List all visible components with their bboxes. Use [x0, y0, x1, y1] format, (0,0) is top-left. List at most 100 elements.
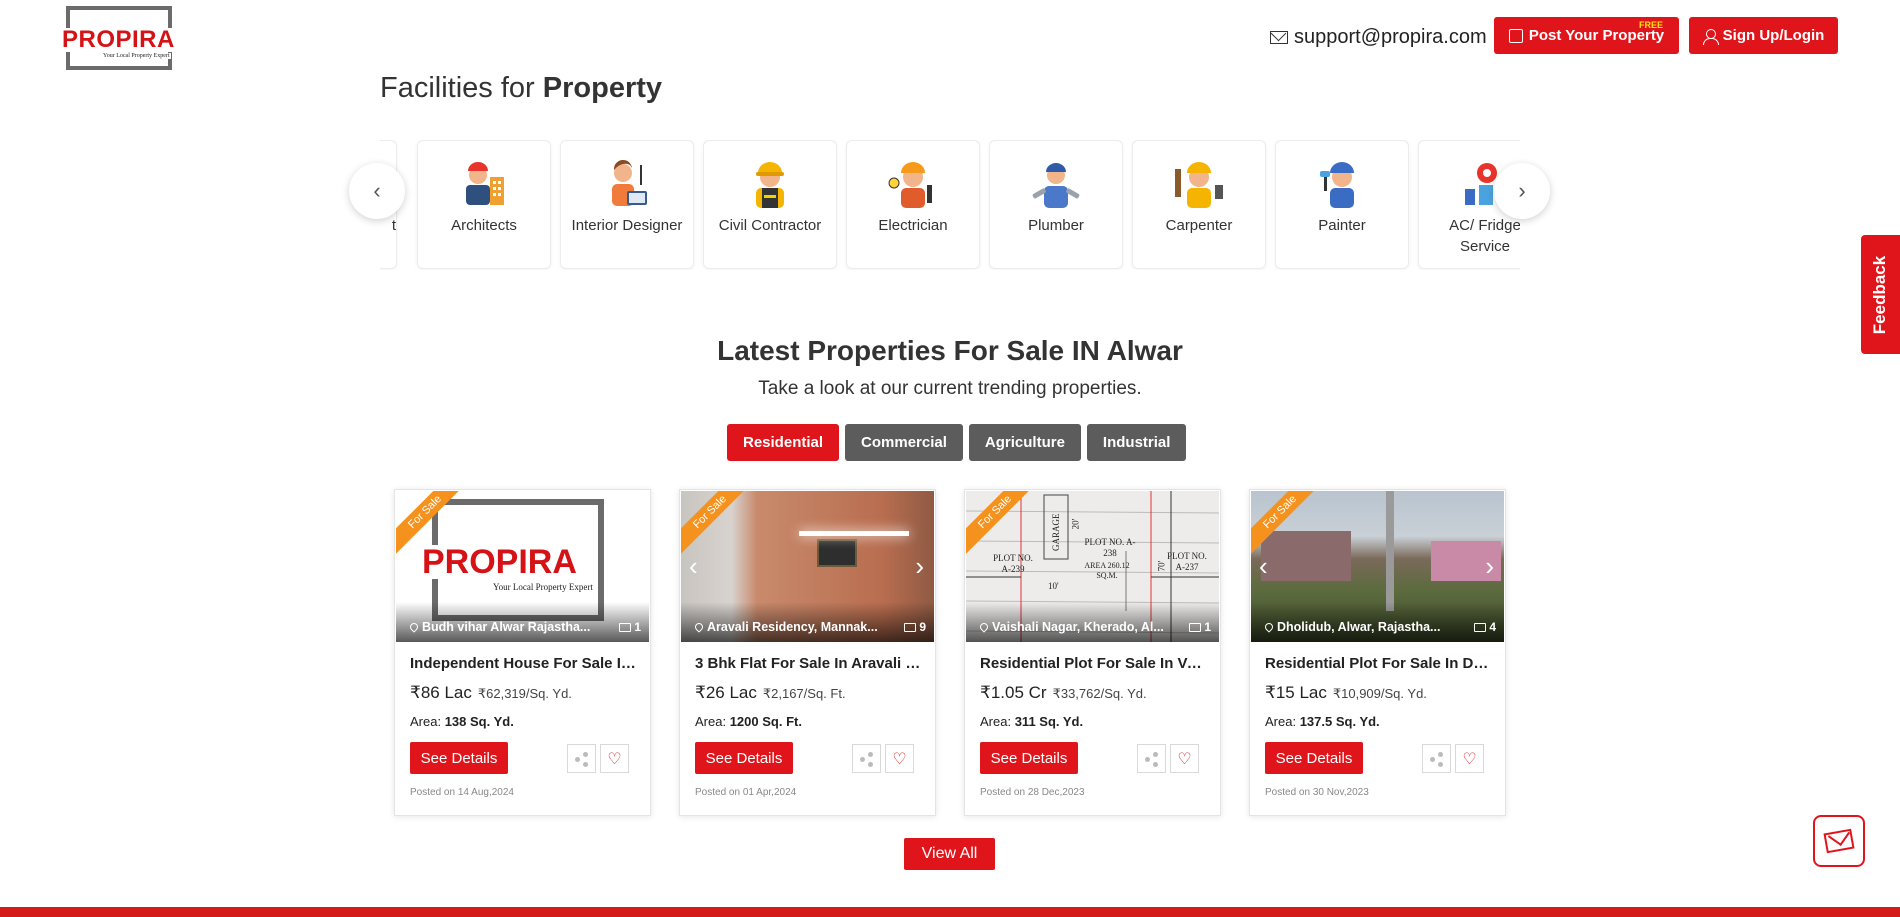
price-rate: ₹62,319/Sq. Yd. — [477, 686, 572, 701]
favorite-button[interactable]: ♡ — [1455, 744, 1484, 773]
area-label: Area: — [1265, 714, 1297, 729]
property-area: Area: 138 Sq. Yd. — [410, 714, 514, 729]
edit-icon — [1508, 28, 1523, 43]
facility-label: Civil Contractor — [718, 217, 822, 234]
share-button[interactable] — [852, 744, 881, 773]
share-button[interactable] — [1137, 744, 1166, 773]
property-image[interactable]: For Sale ‹ › Aravali Residency, Mannak..… — [681, 491, 934, 642]
area-label: Area: — [980, 714, 1012, 729]
facility-label: Painter — [1318, 217, 1366, 234]
property-area: Area: 137.5 Sq. Yd. — [1265, 714, 1380, 729]
location-text: Vaishali Nagar, Kherado, Al... — [992, 620, 1164, 634]
property-location: Budh vihar Alwar Rajastha... — [408, 620, 591, 634]
favorite-button[interactable]: ♡ — [600, 744, 629, 773]
support-email-link[interactable]: support@propira.com — [1270, 26, 1487, 49]
facility-card-interior-designer[interactable]: Interior Designer — [560, 140, 694, 269]
price-value: ₹86 Lac — [410, 683, 472, 702]
facility-card-electrician[interactable]: Electrician — [846, 140, 980, 269]
share-icon — [574, 751, 589, 767]
tab-industrial[interactable]: Industrial — [1086, 424, 1187, 461]
property-location: Vaishali Nagar, Kherado, Al... — [978, 620, 1164, 634]
see-details-button[interactable]: See Details — [1265, 742, 1363, 774]
location-text: Budh vihar Alwar Rajastha... — [422, 620, 591, 634]
property-image[interactable]: PROPIRA Your Local Property Expert For S… — [396, 491, 649, 642]
property-image[interactable]: For Sale ‹ › Dholidub, Alwar, Rajastha..… — [1251, 491, 1504, 642]
tab-agriculture[interactable]: Agriculture — [968, 424, 1081, 461]
property-area: Area: 311 Sq. Yd. — [980, 714, 1083, 729]
property-title[interactable]: Independent House For Sale In ... — [410, 655, 638, 672]
tab-residential[interactable]: Residential — [727, 424, 840, 461]
chevron-right-icon: › — [1518, 178, 1526, 203]
propira-logo[interactable]: PROPIRA Your Local Property Expert — [58, 4, 184, 72]
camera-icon — [1474, 622, 1487, 632]
facility-card-painter[interactable]: Painter — [1275, 140, 1409, 269]
user-icon — [1702, 28, 1719, 45]
posted-date: Posted on 30 Nov,2023 — [1265, 787, 1369, 798]
share-icon — [1429, 751, 1444, 767]
image-prev-arrow[interactable]: ‹ — [689, 551, 698, 582]
property-image[interactable]: GARAGE 20' PLOT NO. A-239 PLOT NO. A-238… — [966, 491, 1219, 642]
for-sale-ribbon: For Sale — [681, 491, 756, 558]
facilities-title: Facilities for Property — [380, 72, 662, 105]
view-all-button[interactable]: View All — [904, 838, 995, 870]
image-next-arrow[interactable]: › — [1485, 551, 1494, 582]
favorite-button[interactable]: ♡ — [885, 744, 914, 773]
photo-count-value: 4 — [1489, 620, 1496, 634]
electrician-icon — [885, 155, 941, 211]
facilities-next-button[interactable]: › — [1494, 163, 1550, 219]
facilities-carousel: t Architects Interior Designer Civil Con… — [380, 140, 1520, 270]
location-text: Dholidub, Alwar, Rajastha... — [1277, 620, 1441, 634]
price-value: ₹26 Lac — [695, 683, 757, 702]
property-card: GARAGE 20' PLOT NO. A-239 PLOT NO. A-238… — [964, 489, 1221, 816]
image-next-arrow[interactable]: › — [915, 551, 924, 582]
contact-mail-button[interactable] — [1813, 815, 1865, 867]
property-title[interactable]: Residential Plot For Sale In Dho... — [1265, 655, 1493, 672]
posted-date: Posted on 01 Apr,2024 — [695, 787, 797, 798]
favorite-button[interactable]: ♡ — [1170, 744, 1199, 773]
facility-card-architects[interactable]: Architects — [417, 140, 551, 269]
location-text: Aravali Residency, Mannak... — [707, 620, 878, 634]
painter-icon — [1314, 155, 1370, 211]
property-card: For Sale ‹ › Aravali Residency, Mannak..… — [679, 489, 936, 816]
see-details-button[interactable]: See Details — [695, 742, 793, 774]
location-pin-icon — [693, 621, 705, 633]
post-property-button[interactable]: Post Your Property FREE — [1494, 17, 1679, 54]
property-area: Area: 1200 Sq. Ft. — [695, 714, 802, 729]
facilities-prev-button[interactable]: ‹ — [349, 163, 405, 219]
facility-label: Electrician — [878, 217, 948, 234]
facility-label: Plumber — [1028, 217, 1084, 234]
feedback-label: Feedback — [1870, 255, 1890, 334]
support-email-text: support@propira.com — [1294, 26, 1487, 48]
wall-frame-picture — [817, 539, 857, 567]
share-button[interactable] — [1422, 744, 1451, 773]
camera-icon — [1189, 622, 1202, 632]
share-button[interactable] — [567, 744, 596, 773]
price-rate: ₹2,167/Sq. Ft. — [762, 686, 846, 701]
property-title[interactable]: 3 Bhk Flat For Sale In Aravali Re... — [695, 655, 923, 672]
photo-count-value: 9 — [919, 620, 926, 634]
tab-commercial[interactable]: Commercial — [845, 424, 963, 461]
location-pin-icon — [978, 621, 990, 633]
logo-word: PROPIRA — [60, 26, 177, 53]
plot-a238-area: AREA 260.12 SQ.M. — [1084, 561, 1130, 580]
property-card: PROPIRA Your Local Property Expert For S… — [394, 489, 651, 816]
facility-label: Interior Designer — [571, 217, 683, 234]
facility-card-plumber[interactable]: Plumber — [989, 140, 1123, 269]
mail-icon — [1823, 828, 1855, 854]
building-left — [1261, 531, 1351, 581]
facility-card-carpenter[interactable]: Carpenter — [1132, 140, 1266, 269]
plot-a237-label: PLOT NO. A-237 — [1167, 551, 1207, 572]
image-prev-arrow[interactable]: ‹ — [1259, 551, 1268, 582]
property-card: For Sale ‹ › Dholidub, Alwar, Rajastha..… — [1249, 489, 1506, 816]
see-details-button[interactable]: See Details — [410, 742, 508, 774]
facility-label: AC/ Fridge Service — [1449, 217, 1520, 255]
signup-login-button[interactable]: Sign Up/Login — [1689, 17, 1838, 54]
property-title[interactable]: Residential Plot For Sale In Vais... — [980, 655, 1208, 672]
civil-contractor-icon — [742, 155, 798, 211]
plumber-icon — [1028, 155, 1084, 211]
heart-icon: ♡ — [892, 750, 907, 768]
see-details-button[interactable]: See Details — [980, 742, 1078, 774]
facilities-title-bold: Property — [542, 72, 663, 104]
facility-label: Carpenter — [1165, 217, 1233, 234]
facility-card-civil-contractor[interactable]: Civil Contractor — [703, 140, 837, 269]
